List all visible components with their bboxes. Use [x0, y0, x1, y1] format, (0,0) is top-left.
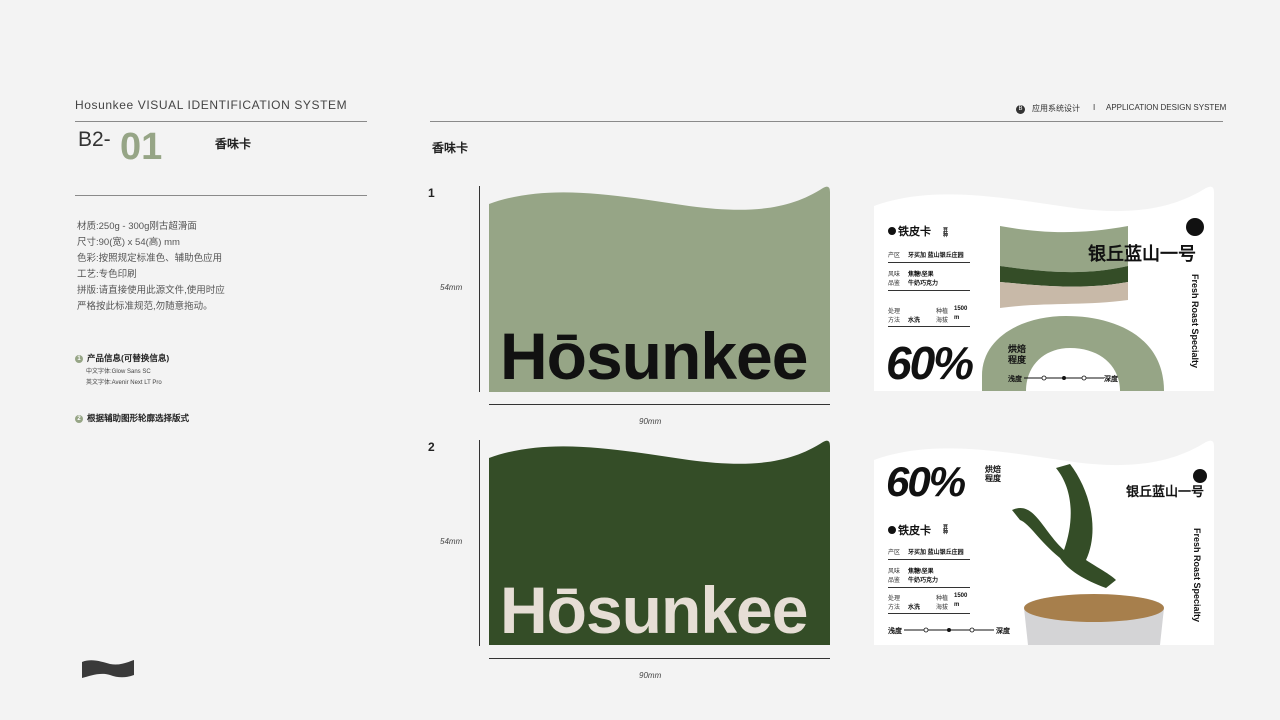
- card-1-height-rule: [479, 186, 480, 392]
- flag-logo-icon: [82, 660, 134, 678]
- label-2-flavor-val1: 焦糖\坚果: [908, 569, 934, 575]
- header-right-cn: 应用系统设计: [1032, 104, 1080, 113]
- note-1-text: 产品信息(可替换信息): [87, 353, 170, 363]
- card-2-height-rule: [479, 440, 480, 646]
- label-1-coffee-name: 银丘蓝山一号: [1088, 244, 1196, 264]
- label-2-coffee-name: 银丘蓝山一号: [1126, 484, 1205, 499]
- card-2-height-label: 54mm: [440, 537, 463, 546]
- label-2-flavor-key1: 风味: [888, 569, 901, 575]
- label-2-flavor-key2: 品鉴: [888, 578, 901, 584]
- card-1-width-rule: [489, 404, 830, 405]
- label-1-roast-scale: [1024, 375, 1104, 381]
- spec-rule: [75, 195, 367, 196]
- label-2-altitude-key2: 海拔: [936, 605, 949, 611]
- label-1-origin-val: 牙买加 蓝山银丘庄园: [908, 253, 964, 259]
- card-2-width-rule: [489, 658, 830, 659]
- card-1-brand: Hōsunkee: [500, 319, 808, 393]
- label-2-dark: 深度: [996, 628, 1010, 635]
- label-2-type-small: 豆种: [942, 524, 948, 534]
- header-title: Hosunkee VISUAL IDENTIFICATION SYSTEM: [75, 98, 348, 112]
- label-1-dark: 深度: [1104, 376, 1118, 383]
- label-2-product-type: 铁皮卡: [888, 522, 931, 538]
- label-2-light: 浅度: [888, 628, 902, 635]
- label-2-rule: [888, 559, 970, 560]
- label-2-altitude-val1: 1500: [954, 593, 968, 599]
- label-2-rule: [888, 613, 970, 614]
- label-1-percent: 60%: [886, 337, 974, 389]
- label-1-type-small: 豆种: [942, 227, 948, 237]
- label-1-flavor-val1: 焦糖\坚果: [908, 272, 934, 278]
- header-rule-right: [430, 121, 1223, 122]
- font-cn-line: 中文字体:Glow Sans SC: [86, 369, 151, 375]
- header-right-en: APPLICATION DESIGN SYSTEM: [1106, 103, 1227, 112]
- spec-line: 严格按此标准规范,勿随意拖动。: [77, 301, 213, 312]
- label-1-roast-label2: 程度: [1008, 355, 1027, 365]
- label-1-origin-key: 产区: [888, 253, 901, 259]
- label-1-product-type: 铁皮卡: [888, 223, 931, 239]
- note-2-text: 根据辅助图形轮廓选择版式: [87, 413, 190, 423]
- page-code-prefix: B2-: [78, 128, 111, 151]
- card-1-height-label: 54mm: [440, 283, 463, 292]
- note-2: 2 根据辅助图形轮廓选择版式: [75, 412, 189, 424]
- label-1-type-text: 铁皮卡: [898, 226, 931, 238]
- header-separator: I: [1093, 103, 1096, 112]
- label-2-roast-scale: [904, 627, 994, 633]
- label-2-origin-key: 产区: [888, 550, 901, 556]
- spec-line: 尺寸:90(宽) x 54(高) mm: [77, 237, 180, 248]
- spec-line: 色彩:按照规定标准色、辅助色应用: [77, 253, 223, 264]
- label-1-process-key1: 处理: [888, 309, 901, 315]
- spec-line: 拼版:请直接使用此源文件,使用时应: [77, 285, 225, 296]
- font-en-line: 英文字体:Avenir Next LT Pro: [86, 380, 162, 386]
- card-2-index: 2: [428, 440, 435, 454]
- label-2-flavor-val2: 牛奶巧克力: [908, 578, 939, 584]
- bullet-icon: [888, 227, 896, 235]
- label-1-altitude-key2: 海拔: [936, 318, 949, 324]
- label-card-1: 铁皮卡 豆种 产区 牙买加 蓝山银丘庄园 风味 品鉴 焦糖\坚果 牛奶巧克力 处…: [874, 186, 1214, 391]
- label-2-origin-val: 牙买加 蓝山银丘庄园: [908, 550, 964, 556]
- label-2-roast-label2: 程度: [985, 474, 1001, 483]
- note-2-number: 2: [75, 415, 83, 423]
- label-1-process-val: 水洗: [908, 318, 921, 324]
- label-1-altitude-key1: 种植: [936, 309, 949, 315]
- spec-line: 工艺:专色印刷: [77, 269, 137, 280]
- card-2-brand: Hōsunkee: [500, 573, 808, 647]
- section-title: 香味卡: [432, 141, 469, 155]
- label-2-process-key1: 处理: [888, 596, 901, 602]
- label-1-flavor-key1: 风味: [888, 272, 901, 278]
- label-1-light: 浅度: [1008, 376, 1022, 383]
- label-card-2: 60% 烘焙 程度 银丘蓝山一号 铁皮卡 豆种 产区 牙买加 蓝山银丘庄园 风味…: [874, 440, 1214, 645]
- page-code-number: 01: [120, 126, 163, 168]
- label-2-type-text: 铁皮卡: [898, 525, 931, 537]
- card-1-index: 1: [428, 186, 435, 200]
- header-rule-left: [75, 121, 367, 122]
- label-2-vertical-text: Fresh Roast Specialty: [1192, 528, 1202, 623]
- label-1-rule: [888, 262, 970, 263]
- label-2-altitude-key1: 种植: [936, 596, 949, 602]
- label-1-vertical-text: Fresh Roast Specialty: [1190, 274, 1200, 369]
- label-1-rule: [888, 326, 970, 327]
- badge-letter: B: [1016, 105, 1025, 114]
- page-name: 香味卡: [215, 137, 252, 151]
- label-2-process-val: 水洗: [908, 605, 921, 611]
- label-1-altitude-val2: m: [954, 315, 960, 321]
- label-1-altitude-val1: 1500: [954, 306, 968, 312]
- label-1-flavor-key2: 品鉴: [888, 281, 901, 287]
- spec-line: 材质:250g - 300g刚古超滑面: [77, 221, 197, 232]
- label-1-rule: [888, 290, 970, 291]
- label-1-process-key2: 方法: [888, 318, 901, 324]
- bullet-icon: [888, 526, 896, 534]
- card-2-width-label: 90mm: [639, 671, 662, 680]
- label-2-altitude-val2: m: [954, 602, 960, 608]
- note-1-number: 1: [75, 355, 83, 363]
- label-2-process-key2: 方法: [888, 605, 901, 611]
- label-1-flavor-val2: 牛奶巧克力: [908, 281, 939, 287]
- label-2-rule: [888, 587, 970, 588]
- section-badge-icon: B: [1016, 103, 1025, 114]
- note-1: 1 产品信息(可替换信息): [75, 352, 169, 364]
- card-1-width-label: 90mm: [639, 417, 662, 426]
- label-2-percent: 60%: [886, 458, 966, 505]
